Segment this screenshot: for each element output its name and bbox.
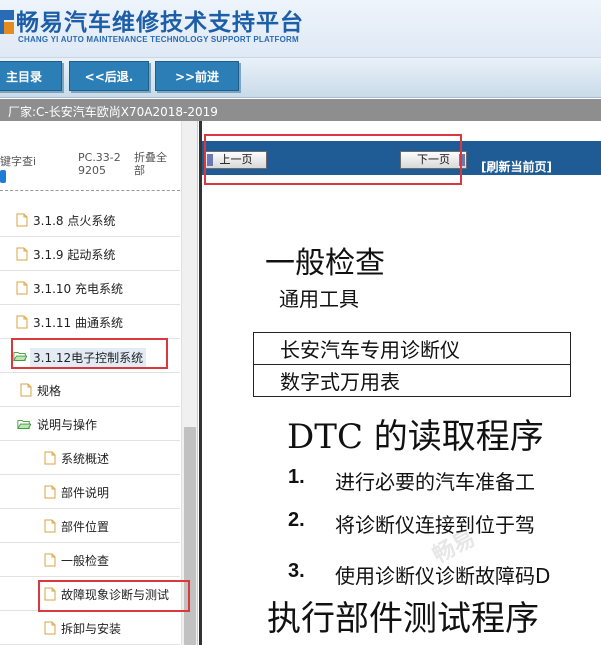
next-arrow-icon bbox=[459, 154, 465, 166]
table-cell: 数字式万用表 bbox=[253, 364, 571, 397]
actuator-heading: 执行部件测试程序 bbox=[267, 599, 539, 639]
tab-keyword-search[interactable]: 键字查i bbox=[0, 155, 60, 168]
tree-item-removal-installation[interactable]: 拆卸与安装 bbox=[0, 611, 180, 645]
tree-item-label: 拆卸与安装 bbox=[61, 622, 122, 636]
forward-button[interactable]: >>前进 bbox=[155, 61, 239, 91]
step-number: 1. bbox=[288, 466, 305, 488]
tab-pc-code[interactable]: PC.33-29205 bbox=[78, 151, 126, 177]
logo-icon bbox=[0, 10, 14, 34]
table-row: 数字式万用表 bbox=[253, 364, 571, 397]
main-menu-button[interactable]: 主目录 bbox=[0, 61, 62, 91]
tree-item-charging[interactable]: 3.1.10 充电系统 bbox=[0, 271, 180, 305]
tree-item-crankcase[interactable]: 3.1.11 曲通系统 bbox=[0, 305, 180, 339]
tree-item-system-overview[interactable]: 系统概述 bbox=[0, 441, 180, 475]
doc-heading: 一般检查 bbox=[265, 246, 385, 281]
file-icon bbox=[16, 281, 28, 295]
tree-item-label: 部件位置 bbox=[61, 520, 110, 534]
file-icon bbox=[44, 485, 56, 499]
tree-item-label: 3.1.11 曲通系统 bbox=[33, 316, 123, 330]
tree-item-label: 系统概述 bbox=[61, 452, 110, 466]
folder-open-icon bbox=[17, 420, 31, 429]
table-row: 长安汽车专用诊断仪 bbox=[253, 332, 571, 365]
tree-item-label: 部件说明 bbox=[61, 486, 110, 500]
tree-item-description-operation[interactable]: 说明与操作 bbox=[0, 407, 180, 441]
next-page-button[interactable]: 下一页 bbox=[400, 151, 467, 169]
app-header: 畅易汽车维修技术支持平台 CHANG YI AUTO MAINTENANCE T… bbox=[0, 0, 601, 58]
nav-bar: 主目录 <<后退. >>前进 bbox=[0, 58, 601, 98]
tree-item-label: 说明与操作 bbox=[37, 418, 98, 432]
tree-item-label: 3.1.12电子控制系统 bbox=[30, 348, 147, 367]
tree-item-label: 3.1.10 充电系统 bbox=[33, 282, 123, 296]
step-text: 进行必要的汽车准备工 bbox=[335, 470, 535, 494]
file-icon bbox=[16, 315, 28, 329]
scrollbar-thumb[interactable] bbox=[184, 427, 196, 645]
tree-item-label: 故障现象诊断与测试 bbox=[61, 588, 170, 602]
tab-collapse-all[interactable]: 折叠全部 bbox=[134, 151, 174, 177]
refresh-page-link[interactable]: [刷新当前页] bbox=[481, 158, 552, 175]
app-title: 畅易汽车维修技术支持平台 bbox=[16, 10, 304, 36]
tree-item-electronic-control[interactable]: 3.1.12电子控制系统 bbox=[0, 339, 180, 373]
app-root: 畅易汽车维修技术支持平台 CHANG YI AUTO MAINTENANCE T… bbox=[0, 0, 601, 645]
prev-arrow-icon bbox=[207, 154, 213, 166]
tree-item-fault-diagnosis[interactable]: 故障现象诊断与测试 bbox=[0, 577, 180, 611]
table-cell: 长安汽车专用诊断仪 bbox=[253, 332, 571, 365]
step-number: 2. bbox=[288, 509, 305, 531]
tree-item-component-location[interactable]: 部件位置 bbox=[0, 509, 180, 543]
tree-item-starting[interactable]: 3.1.9 起动系统 bbox=[0, 237, 180, 271]
file-icon bbox=[44, 519, 56, 533]
tree-item-label: 3.1.9 起动系统 bbox=[33, 248, 116, 262]
sidebar: 键字查i PC.33-29205 折叠全部 3.1.8 点火系统 3.1.9 起… bbox=[0, 121, 198, 645]
tree-item-general-inspection[interactable]: 一般检查 bbox=[0, 543, 180, 577]
search-indicator-icon bbox=[0, 170, 6, 183]
tree-item-label: 一般检查 bbox=[61, 554, 110, 568]
app-subtitle: CHANG YI AUTO MAINTENANCE TECHNOLOGY SUP… bbox=[18, 35, 299, 44]
pane-divider bbox=[199, 121, 202, 645]
maker-bar: 厂家:C-长安汽车欧尚X70A2018-2019 bbox=[0, 99, 601, 121]
file-icon bbox=[44, 451, 56, 465]
dtc-heading: DTC 的读取程序 bbox=[287, 417, 544, 457]
file-icon bbox=[44, 587, 56, 601]
sidebar-tabs: 键字查i PC.33-29205 折叠全部 bbox=[0, 121, 180, 191]
file-icon bbox=[44, 621, 56, 635]
file-icon bbox=[16, 247, 28, 261]
tree-item-ignition[interactable]: 3.1.8 点火系统 bbox=[0, 203, 180, 237]
tree-item-specs[interactable]: 规格 bbox=[0, 373, 180, 407]
file-icon bbox=[20, 383, 32, 397]
prev-page-button[interactable]: 上一页 bbox=[205, 151, 267, 169]
tools-table: 长安汽车专用诊断仪 数字式万用表 bbox=[253, 332, 571, 397]
tree-item-label: 3.1.8 点火系统 bbox=[33, 214, 116, 228]
page-toolbar: 上一页 下一页 [刷新当前页] bbox=[199, 141, 601, 175]
back-button[interactable]: <<后退. bbox=[69, 61, 149, 91]
tree-view: 3.1.8 点火系统 3.1.9 起动系统 3.1.10 充电系统 3.1.11… bbox=[0, 203, 180, 645]
tree-item-label: 规格 bbox=[37, 384, 62, 398]
prev-page-label: 上一页 bbox=[219, 153, 253, 166]
step-text: 将诊断仪连接到位于驾 bbox=[335, 513, 535, 537]
next-page-label: 下一页 bbox=[417, 153, 450, 166]
file-icon bbox=[44, 553, 56, 567]
sidebar-scrollbar[interactable] bbox=[181, 121, 197, 645]
tree-item-component-description[interactable]: 部件说明 bbox=[0, 475, 180, 509]
doc-subheading: 通用工具 bbox=[279, 287, 359, 311]
file-icon bbox=[16, 213, 28, 227]
step-number: 3. bbox=[288, 560, 305, 582]
maker-label: 厂家:C-长安汽车欧尚X70A2018-2019 bbox=[8, 105, 218, 119]
folder-open-icon bbox=[13, 352, 27, 361]
content-pane: 上一页 下一页 [刷新当前页] 一般检查 通用工具 长安汽车专用诊断仪 数字式万… bbox=[199, 121, 601, 645]
